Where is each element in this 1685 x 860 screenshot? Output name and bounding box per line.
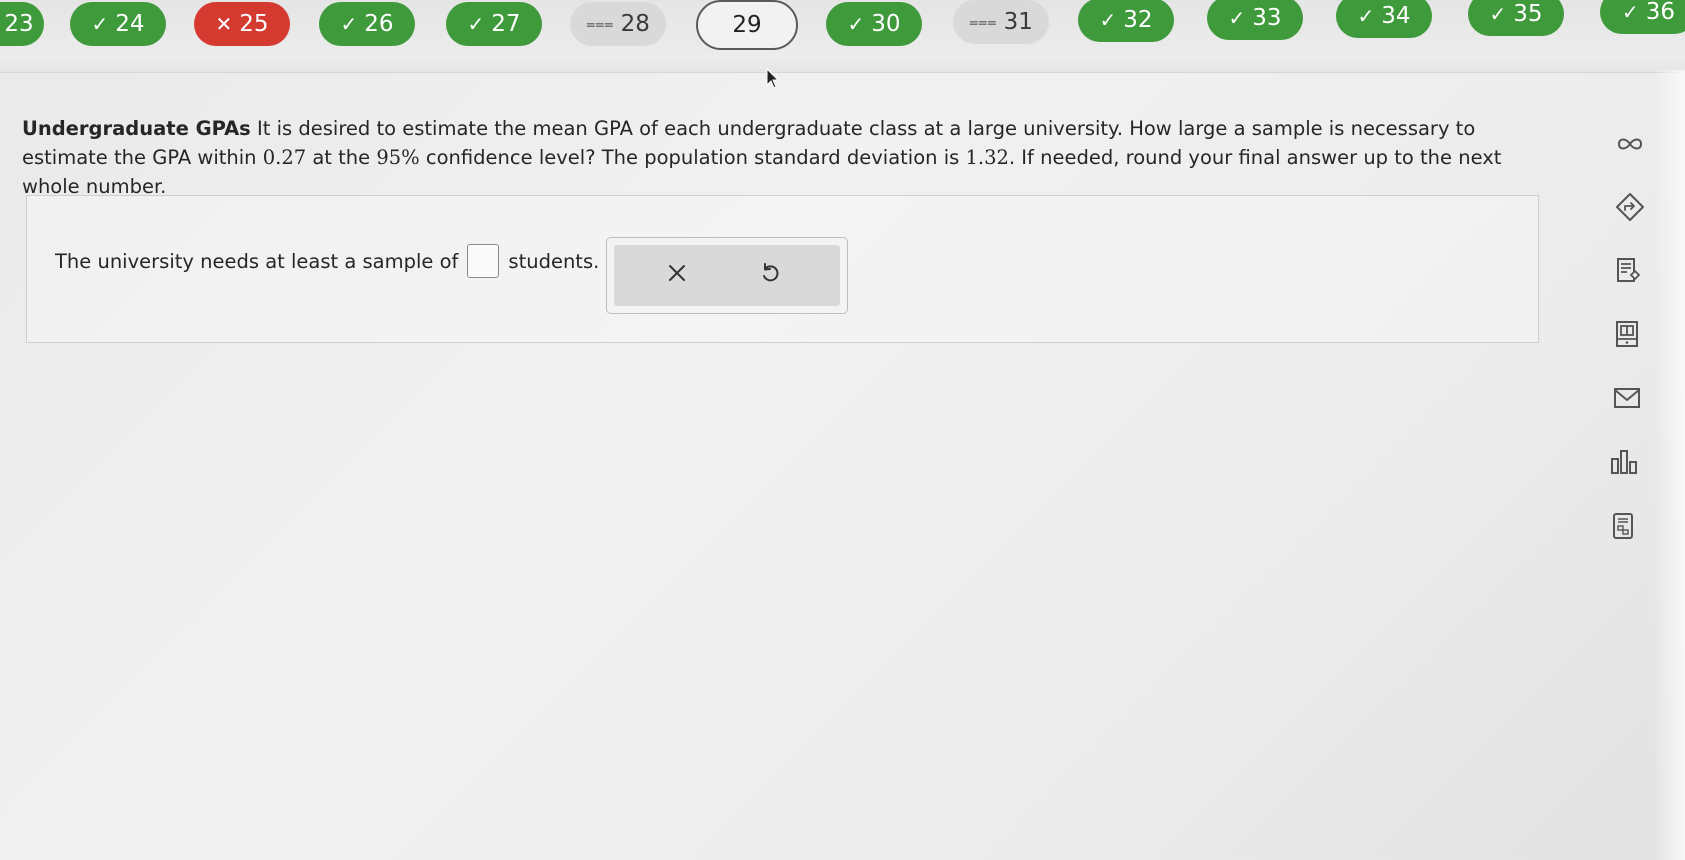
check-icon: ✓ — [847, 12, 865, 36]
calculator-icon — [1613, 513, 1633, 539]
nav-label: 24 — [115, 11, 145, 37]
nav-question-32[interactable]: ✓ 32 — [1078, 0, 1174, 42]
question-text: Undergraduate GPAs It is desired to esti… — [22, 117, 1502, 198]
calculator-arrow-icon — [1616, 193, 1644, 221]
nav-question-29-current[interactable]: 29 — [696, 0, 798, 50]
notes-icon — [1617, 258, 1641, 282]
chart-icon — [1611, 450, 1637, 474]
standard-deviation: 1.32 — [965, 146, 1009, 169]
nav-label: 28 — [620, 11, 650, 37]
question-nav-bar: 23 ✓ 24 ✕ 25 ✓ 26 ✓ 27 ⩶ 28 29 ✓ 30 ⩶ 31 ✓ 32 ✓ 3… — [0, 0, 1685, 73]
nav-label: 36 — [1645, 0, 1676, 25]
nav-label: 31 — [1003, 9, 1033, 35]
answer-prefix: The university needs at least a sample o… — [55, 249, 459, 273]
answer-tools-popup — [606, 237, 848, 314]
nav-question-33[interactable]: ✓ 33 — [1207, 0, 1303, 40]
nav-question-26[interactable]: ✓ 26 — [319, 2, 415, 46]
nav-question-35[interactable]: ✓ 35 — [1468, 0, 1564, 36]
answer-sentence: The university needs at least a sample o… — [55, 244, 599, 278]
confidence-level: 95% — [376, 146, 420, 169]
check-icon: ✓ — [1228, 6, 1246, 30]
notes-button[interactable] — [1608, 250, 1648, 290]
nav-label: 30 — [871, 11, 901, 37]
nav-label: 35 — [1513, 1, 1543, 27]
check-icon: ✓ — [91, 12, 109, 36]
infinity-icon — [1617, 138, 1643, 150]
nav-question-34[interactable]: ✓ 34 — [1336, 0, 1432, 38]
mail-button[interactable] — [1607, 378, 1647, 418]
nav-label: 33 — [1252, 5, 1282, 31]
partial-icon: ⩶ — [969, 12, 997, 31]
nav-label: 26 — [364, 11, 394, 37]
infinity-button[interactable] — [1610, 124, 1650, 164]
answer-input[interactable] — [467, 244, 500, 278]
answer-suffix: students. — [508, 249, 600, 273]
check-icon: ✓ — [467, 12, 485, 36]
nav-label: 34 — [1381, 3, 1411, 29]
reader-button[interactable] — [1607, 314, 1647, 354]
nav-label: 32 — [1123, 7, 1153, 33]
check-icon: ✓ — [1099, 8, 1117, 32]
chart-button[interactable] — [1605, 442, 1645, 482]
nav-label: 29 — [732, 12, 762, 38]
nav-label: 27 — [491, 11, 521, 37]
answer-tools-inner — [614, 245, 840, 306]
check-icon: ✓ — [340, 12, 358, 36]
clear-button[interactable] — [657, 253, 697, 293]
nav-question-30[interactable]: ✓ 30 — [826, 2, 922, 46]
nav-question-24[interactable]: ✓ 24 — [70, 2, 166, 46]
nav-question-25[interactable]: ✕ 25 — [194, 2, 290, 46]
nav-question-27[interactable]: ✓ 27 — [446, 2, 542, 46]
undo-icon — [763, 263, 779, 282]
undo-button[interactable] — [750, 253, 790, 293]
mouse-cursor-icon — [766, 68, 780, 89]
cross-icon: ✕ — [215, 12, 233, 36]
partial-icon: ⩶ — [586, 14, 614, 33]
check-icon: ✓ — [1357, 4, 1375, 28]
nav-question-36[interactable]: ✓ 36 — [1600, 0, 1685, 34]
reader-icon — [1616, 321, 1638, 347]
nav-label: 25 — [239, 11, 269, 37]
question-title: Undergraduate GPAs — [22, 117, 251, 140]
nav-question-23[interactable]: 23 — [0, 2, 44, 46]
calculator-arrow-button[interactable] — [1610, 187, 1650, 227]
nav-question-31[interactable]: ⩶ 31 — [953, 0, 1049, 44]
clear-icon — [669, 265, 685, 281]
margin-of-error: 0.27 — [262, 146, 307, 169]
check-icon: ✓ — [1622, 0, 1639, 24]
nav-question-28[interactable]: ⩶ 28 — [570, 2, 666, 46]
window-edge — [1653, 70, 1685, 860]
mail-icon — [1614, 388, 1640, 408]
nav-label: 23 — [4, 11, 34, 37]
calculator-button[interactable] — [1603, 506, 1643, 546]
check-icon: ✓ — [1489, 2, 1507, 26]
